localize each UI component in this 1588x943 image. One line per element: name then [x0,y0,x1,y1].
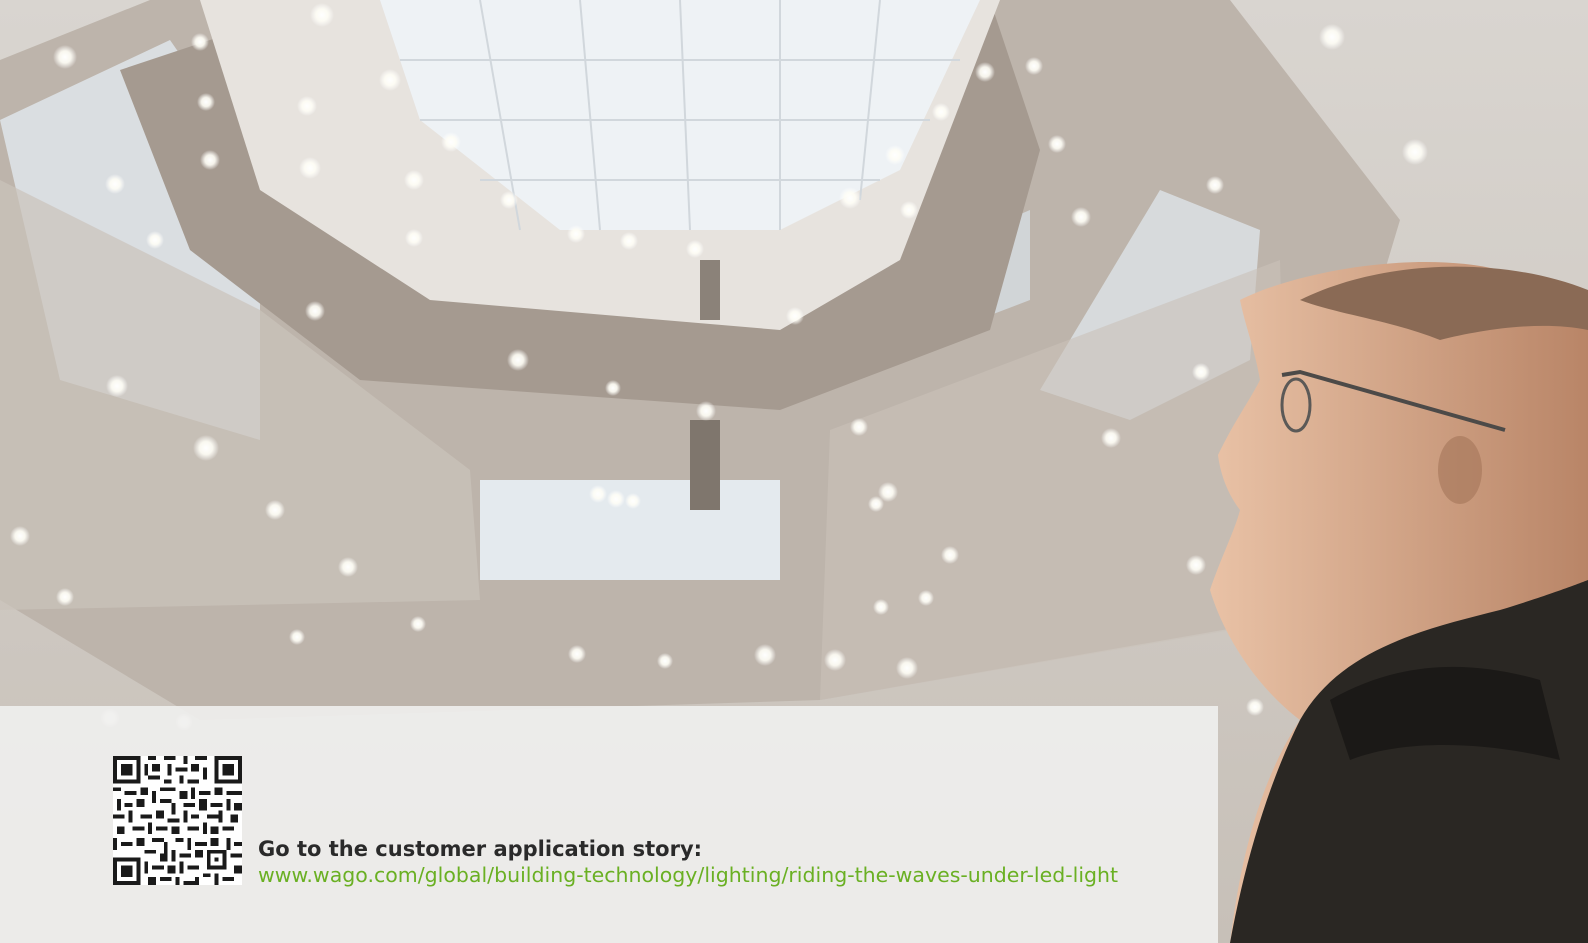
qr-code-icon[interactable] [113,756,242,885]
story-link[interactable]: www.wago.com/global/building-technology/… [258,862,1118,888]
story-caption: Go to the customer application story: ww… [258,836,1118,888]
story-title: Go to the customer application story: [258,837,703,861]
